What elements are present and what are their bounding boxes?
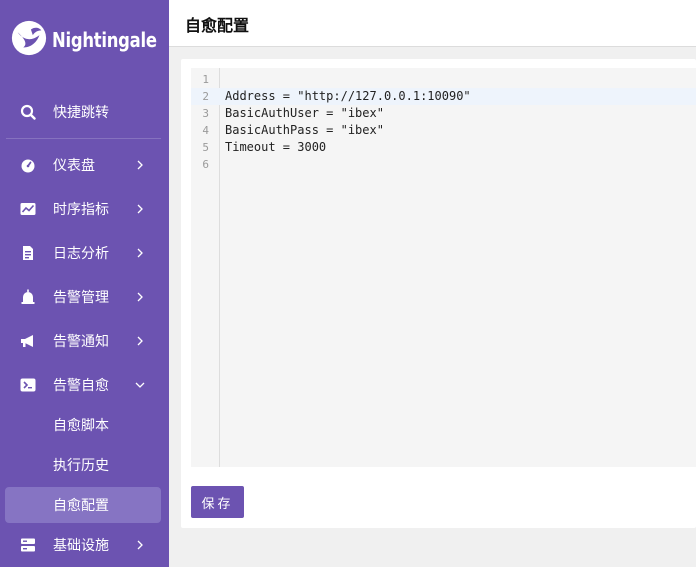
line-number: 2 (202, 90, 209, 103)
line-code: BasicAuthPass = "ibex" (225, 123, 384, 137)
config-card: 1 2 Address = "http://127.0.0.1:10090" 3… (181, 59, 696, 528)
sidebar-item-label: 基础设施 (53, 537, 109, 553)
sidebar-item-label: 告警管理 (53, 289, 109, 305)
alarm-bell-icon (20, 289, 36, 305)
code-line[interactable]: 5 Timeout = 3000 (191, 139, 696, 156)
line-number: 3 (202, 107, 209, 120)
line-code: BasicAuthUser = "ibex" (225, 106, 384, 120)
sidebar-item-dashboard[interactable]: 仪表盘 (0, 145, 169, 185)
chevron-right-icon (137, 160, 143, 170)
brand-name: Nightingale (52, 28, 157, 52)
chevron-right-icon (137, 540, 143, 550)
sidebar-item-label: 时序指标 (53, 201, 109, 217)
code-editor[interactable]: 1 2 Address = "http://127.0.0.1:10090" 3… (191, 68, 696, 467)
sidebar-item-label: 告警通知 (53, 333, 109, 349)
brand-logo[interactable]: Nightingale (10, 18, 180, 62)
line-chart-icon (20, 201, 36, 217)
line-number: 6 (202, 158, 209, 171)
sidebar-item-alert-management[interactable]: 告警管理 (0, 277, 169, 317)
sidebar-divider (6, 138, 161, 139)
chevron-right-icon (137, 292, 143, 302)
page-title: 自愈配置 (185, 18, 250, 35)
quick-jump-label: 快捷跳转 (53, 104, 109, 120)
page-header: 自愈配置 (169, 0, 696, 47)
code-line-current[interactable]: 2 Address = "http://127.0.0.1:10090" (191, 88, 696, 105)
chevron-right-icon (137, 336, 143, 346)
infrastructure-icon (20, 537, 36, 553)
line-number: 4 (202, 124, 209, 137)
sidebar: Nightingale 快捷跳转 仪表盘 时序指标 日志分析 告警管理 告警通知… (0, 0, 169, 567)
megaphone-icon (20, 333, 36, 349)
sidebar-subitem-label: 自愈脚本 (53, 417, 109, 433)
code-line[interactable]: 1 (191, 71, 696, 88)
nightingale-bird-icon (10, 18, 48, 63)
sidebar-item-infrastructure[interactable]: 基础设施 (0, 525, 169, 565)
line-code: Address = "http://127.0.0.1:10090" (225, 89, 471, 103)
sidebar-item-label: 仪表盘 (53, 157, 95, 173)
dashboard-icon (20, 157, 36, 173)
line-code: Timeout = 3000 (225, 140, 327, 154)
line-number: 1 (202, 73, 209, 86)
chevron-right-icon (137, 204, 143, 214)
quick-jump-item[interactable]: 快捷跳转 (0, 92, 169, 132)
sidebar-subitem-execution-history[interactable]: 执行历史 (5, 447, 161, 483)
code-line[interactable]: 6 (191, 156, 696, 173)
sidebar-subitem-label: 执行历史 (53, 457, 109, 473)
search-icon (20, 104, 36, 120)
sidebar-item-alert-self-healing[interactable]: 告警自愈 (0, 365, 169, 405)
sidebar-item-alert-notification[interactable]: 告警通知 (0, 321, 169, 361)
sidebar-item-log-analysis[interactable]: 日志分析 (0, 233, 169, 273)
sidebar-item-label: 告警自愈 (53, 377, 109, 393)
sidebar-subitem-self-healing-scripts[interactable]: 自愈脚本 (5, 407, 161, 443)
code-line[interactable]: 4 BasicAuthPass = "ibex" (191, 122, 696, 139)
sidebar-subitem-label: 自愈配置 (53, 497, 109, 513)
save-button[interactable]: 保存 (191, 486, 244, 518)
line-number: 5 (202, 141, 209, 154)
log-file-icon (20, 245, 36, 261)
chevron-right-icon (137, 248, 143, 258)
sidebar-item-label: 日志分析 (53, 245, 109, 261)
terminal-icon (20, 377, 36, 393)
sidebar-subitem-self-healing-config[interactable]: 自愈配置 (5, 487, 161, 523)
chevron-down-icon (135, 382, 145, 388)
sidebar-item-metrics[interactable]: 时序指标 (0, 189, 169, 229)
code-line[interactable]: 3 BasicAuthUser = "ibex" (191, 105, 696, 122)
